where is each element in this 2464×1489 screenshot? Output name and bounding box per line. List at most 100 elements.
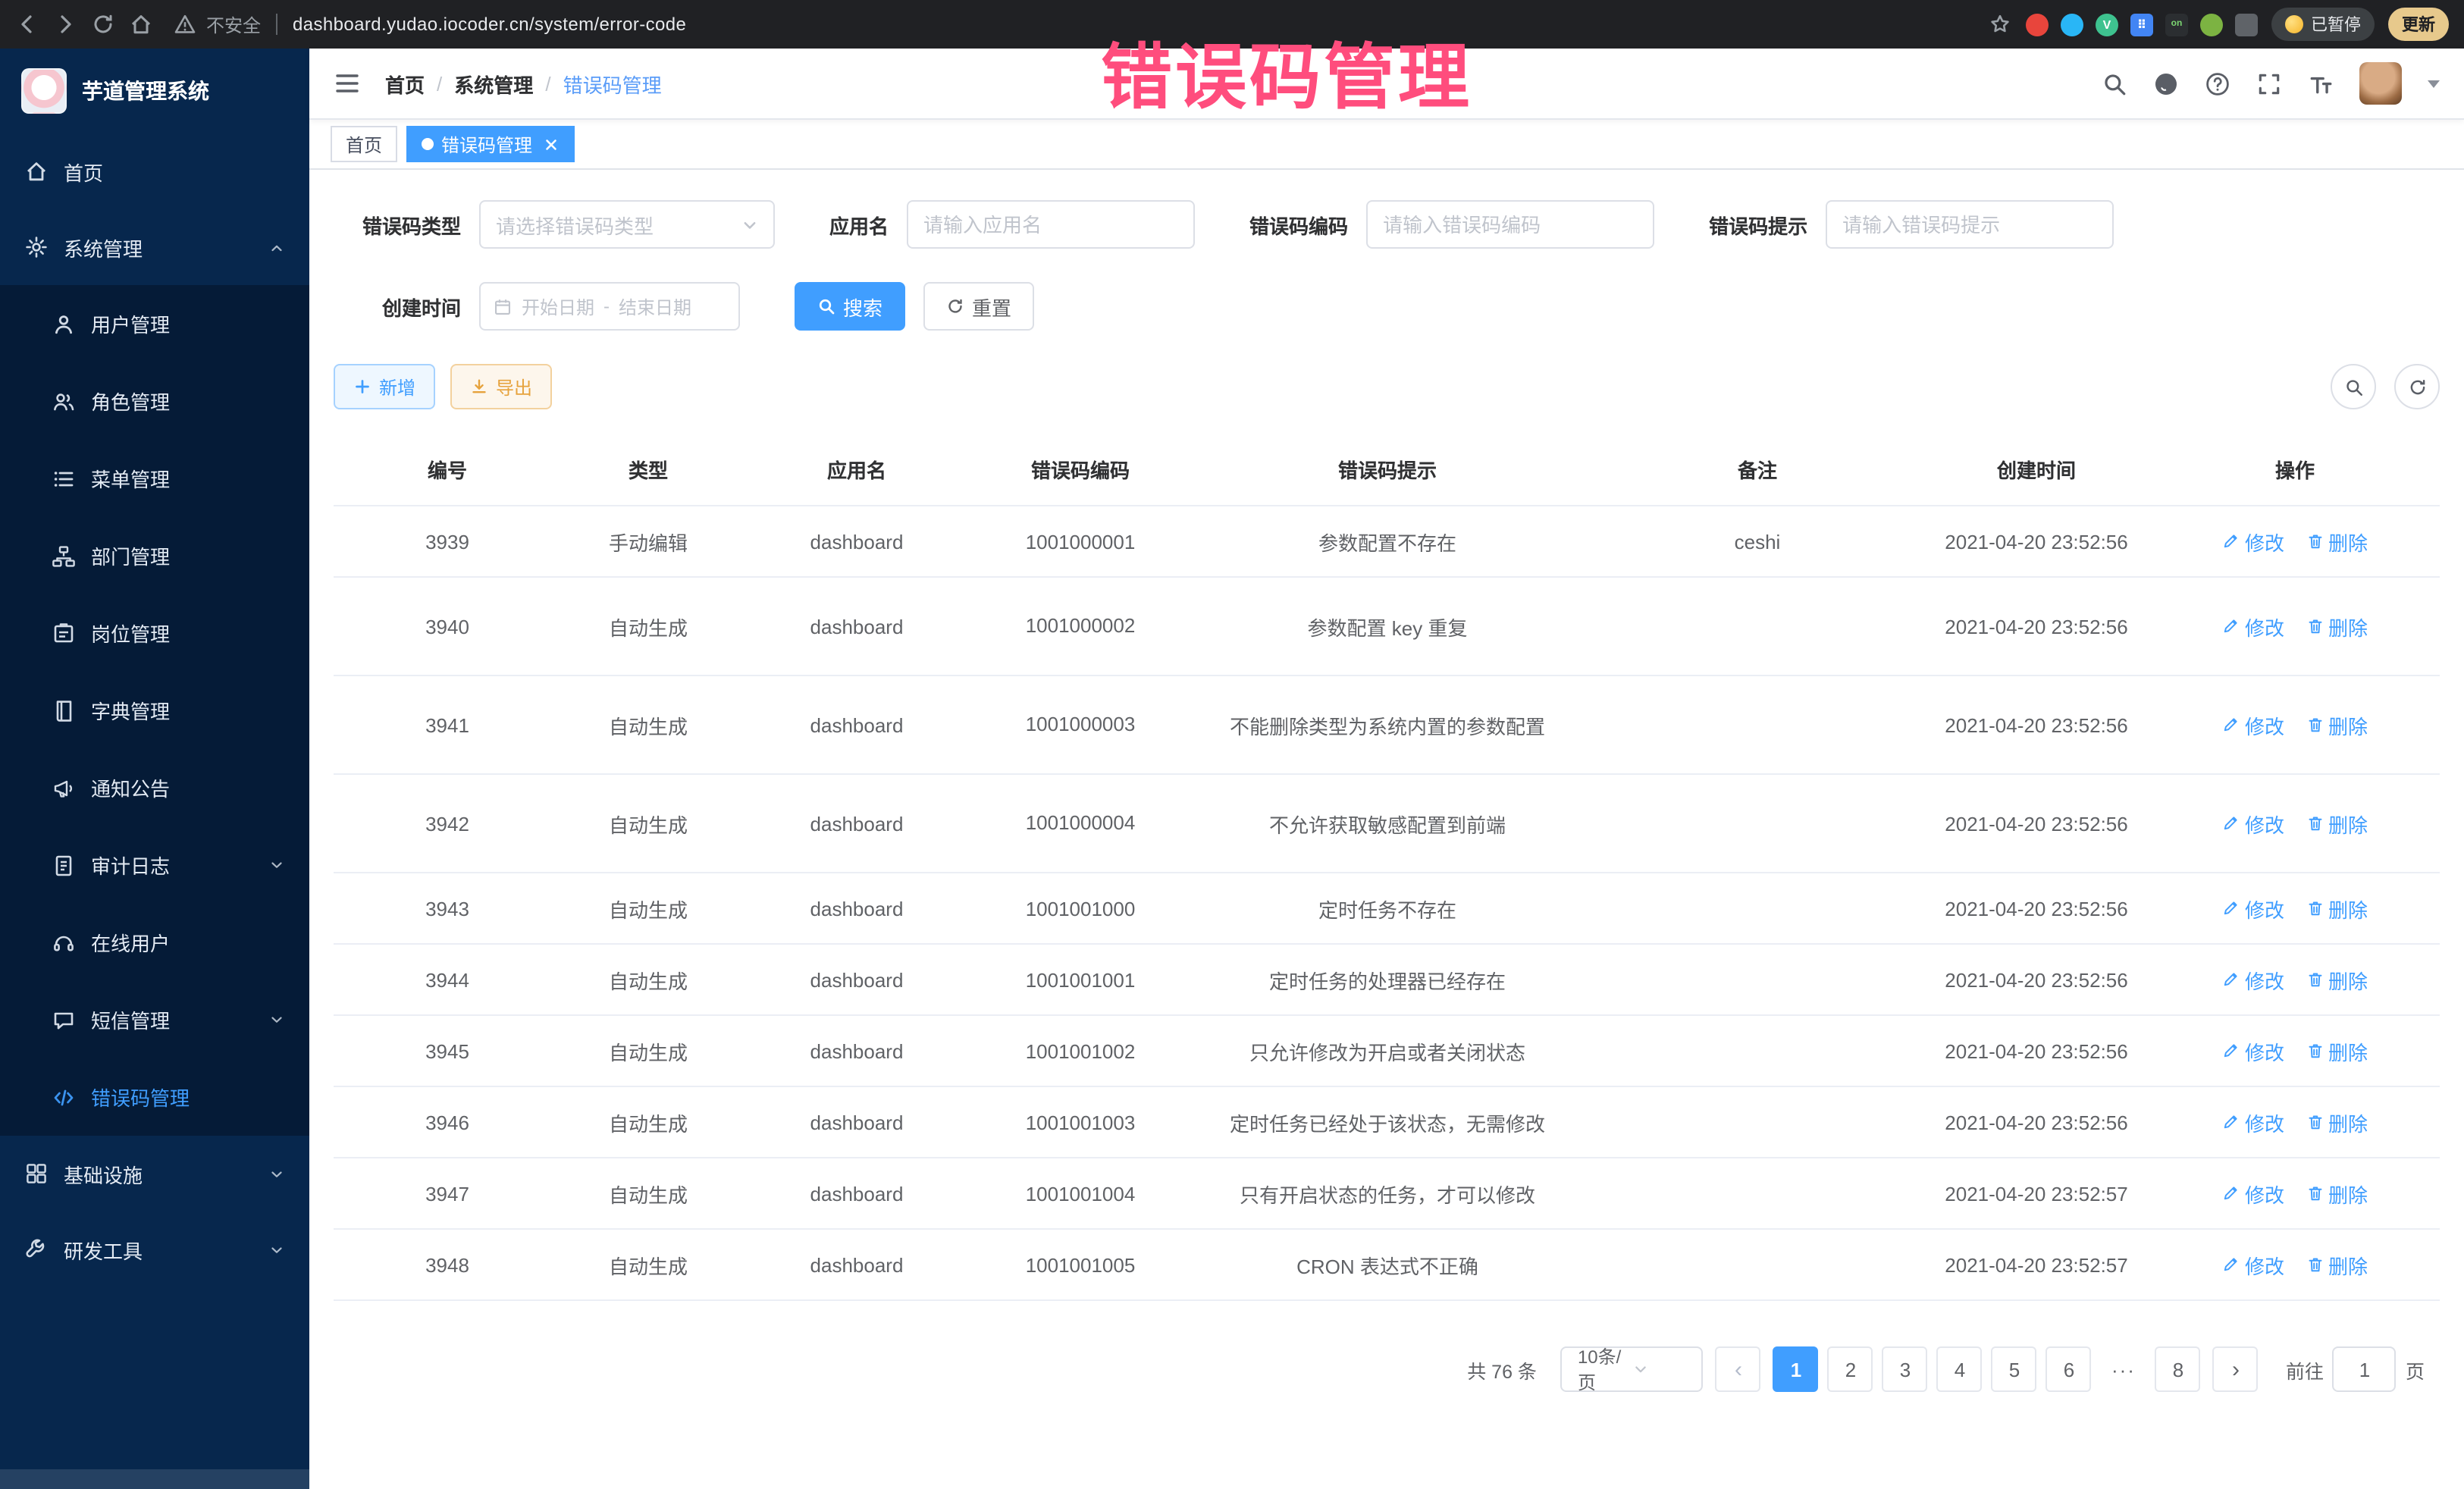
edit-link[interactable]: 修改 [2222,527,2284,556]
page-button[interactable]: 8 [2155,1346,2201,1392]
extension-icon[interactable] [2026,13,2049,36]
page-button[interactable]: 1 [1773,1346,1819,1392]
add-button[interactable]: 新增 [334,364,435,409]
edit-link[interactable]: 修改 [2222,1108,2284,1136]
range-separator: - [603,296,610,317]
cell-type: 自动生成 [561,885,735,932]
sidebar-item-sms[interactable]: 短信管理 [0,981,309,1058]
font-size-icon[interactable] [2308,71,2334,96]
edit-link[interactable]: 修改 [2222,1250,2284,1279]
edit-link[interactable]: 修改 [2222,1036,2284,1065]
page-size-select[interactable]: 10条/页 [1561,1346,1704,1392]
sidebar-item-dept[interactable]: 部门管理 [0,517,309,594]
error-code-input[interactable] [1366,200,1654,249]
help-icon[interactable] [2205,71,2230,96]
update-label: 更新 [2402,12,2435,36]
sidebar-item-devtools[interactable]: 研发工具 [0,1212,309,1287]
export-button[interactable]: 导出 [450,364,552,409]
delete-link[interactable]: 删除 [2306,894,2368,923]
sidebar-item-system[interactable]: 系统管理 [0,209,309,285]
search-button[interactable]: 搜索 [795,282,905,331]
page-button[interactable]: 6 [2046,1346,2092,1392]
github-icon[interactable] [2153,71,2179,96]
sidebar-item-dict[interactable]: 字典管理 [0,672,309,749]
reset-button[interactable]: 重置 [923,282,1034,331]
sidebar-item-menu[interactable]: 菜单管理 [0,440,309,517]
table-row: 3939手动编辑dashboard1001000001参数配置不存在ceshi2… [334,506,2440,578]
page-button[interactable]: 3 [1882,1346,1928,1392]
user-icon [52,312,76,336]
refresh-button[interactable] [2394,364,2440,409]
extension-icon[interactable] [2061,13,2083,36]
address-url[interactable]: dashboard.yudao.iocoder.cn/system/error-… [293,14,686,35]
breadcrumb-home[interactable]: 首页 [385,69,425,98]
sidebar-item-home[interactable]: 首页 [0,133,309,209]
sidebar-item-notice[interactable]: 通知公告 [0,749,309,826]
chevron-up-icon [268,239,285,255]
close-icon[interactable] [543,136,560,152]
sidebar-item-user[interactable]: 用户管理 [0,285,309,362]
chevron-down-icon[interactable] [2428,80,2440,87]
hamburger-icon[interactable] [334,70,361,97]
back-icon[interactable] [15,12,39,36]
search-icon[interactable] [2102,71,2127,96]
error-hint-input[interactable] [1826,200,2114,249]
edit-link[interactable]: 修改 [2222,1179,2284,1208]
delete-link[interactable]: 删除 [2306,1036,2368,1065]
page-button[interactable]: 5 [1992,1346,2037,1392]
wrench-icon [24,1237,49,1262]
forward-icon[interactable] [53,12,77,36]
edit-link[interactable]: 修改 [2222,894,2284,923]
sidebar-item-errcode[interactable]: 错误码管理 [0,1058,309,1136]
extension-icon[interactable]: V [2096,13,2118,36]
delete-link[interactable]: 删除 [2306,809,2368,838]
reload-icon[interactable] [91,12,115,36]
edit-link[interactable]: 修改 [2222,612,2284,641]
delete-link[interactable]: 删除 [2306,527,2368,556]
extensions-puzzle-icon[interactable] [2235,13,2258,36]
sidebar-item-post[interactable]: 岗位管理 [0,594,309,672]
page-ellipsis[interactable]: ··· [2101,1346,2146,1392]
delete-link[interactable]: 删除 [2306,1179,2368,1208]
date-range-picker[interactable]: 开始日期 - 结束日期 [479,282,740,331]
page-button[interactable]: 2 [1828,1346,1873,1392]
sidebar-collapse-bar[interactable] [0,1469,309,1489]
error-type-select[interactable]: 请选择错误码类型 [479,200,775,249]
tag-errcode[interactable]: 错误码管理 [406,126,575,162]
edit-link[interactable]: 修改 [2222,710,2284,739]
prev-page-button[interactable]: ‹ [1716,1346,1761,1392]
delete-link[interactable]: 删除 [2306,1250,2368,1279]
home-icon[interactable] [129,12,153,36]
bookmark-star-icon[interactable] [1988,12,2012,36]
breadcrumb-system[interactable]: 系统管理 [454,69,533,98]
table-row: 3946自动生成dashboard1001001003定时任务已经处于该状态，无… [334,1087,2440,1158]
update-button[interactable]: 更新 [2388,8,2449,41]
tag-home[interactable]: 首页 [331,126,397,162]
extension-icon[interactable]: on [2165,13,2188,36]
user-avatar[interactable] [2359,62,2402,105]
extension-icon[interactable] [2200,13,2223,36]
delete-link[interactable]: 删除 [2306,965,2368,994]
cell-actions: 修改删除 [2150,956,2440,1003]
cell-hint: 不能删除类型为系统内置的参数配置 [1183,701,1592,748]
site-security[interactable]: 不安全 dashboard.yudao.iocoder.cn/system/er… [173,11,686,37]
sidebar-item-role[interactable]: 角色管理 [0,362,309,440]
next-page-button[interactable]: › [2213,1346,2259,1392]
extension-icon[interactable]: ⠿ [2130,13,2153,36]
app-name-input[interactable] [907,200,1195,249]
toggle-search-button[interactable] [2331,364,2376,409]
app-logo[interactable]: 芋道管理系统 [0,49,309,133]
page-button[interactable]: 4 [1937,1346,1983,1392]
edit-link[interactable]: 修改 [2222,965,2284,994]
fullscreen-icon[interactable] [2256,71,2282,96]
sidebar-item-audit[interactable]: 审计日志 [0,826,309,904]
filter-time-label: 创建时间 [334,292,461,321]
sidebar-item-online[interactable]: 在线用户 [0,904,309,981]
sidebar-item-infra[interactable]: 基础设施 [0,1136,309,1212]
goto-page-input[interactable] [2333,1346,2397,1392]
edit-link[interactable]: 修改 [2222,809,2284,838]
profile-chip[interactable]: 已暂停 [2271,8,2375,41]
delete-link[interactable]: 删除 [2306,612,2368,641]
delete-link[interactable]: 删除 [2306,710,2368,739]
delete-link[interactable]: 删除 [2306,1108,2368,1136]
